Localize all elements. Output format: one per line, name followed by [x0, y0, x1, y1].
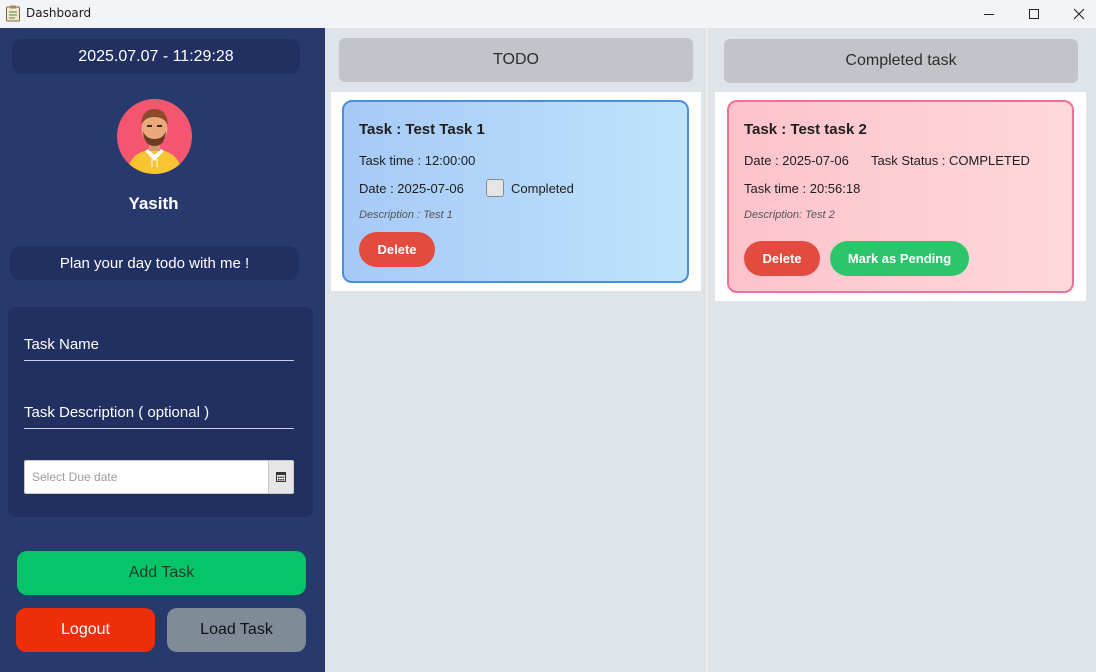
- task-title: Task : Test Task 1: [359, 121, 485, 138]
- task-title: Task : Test task 2: [744, 121, 867, 138]
- window-titlebar: Dashboard: [0, 0, 1096, 28]
- user-avatar: [117, 99, 192, 174]
- close-button[interactable]: [1056, 0, 1096, 28]
- task-form: Task Name Task Description ( optional ): [8, 307, 313, 517]
- due-date-input[interactable]: [25, 461, 268, 493]
- completed-column-header: Completed task: [724, 39, 1078, 83]
- todo-task-card: Task : Test Task 1 Task time : 12:00:00 …: [342, 100, 689, 283]
- completed-checkbox[interactable]: [486, 179, 504, 197]
- window-title: Dashboard: [26, 6, 92, 20]
- task-status: Task Status : COMPLETED: [871, 153, 1030, 168]
- maximize-button[interactable]: [1011, 0, 1057, 28]
- minimize-icon: [984, 14, 994, 15]
- load-task-button[interactable]: Load Task: [167, 608, 306, 652]
- motto-banner: Plan your day todo with me !: [10, 246, 299, 280]
- delete-button[interactable]: Delete: [359, 232, 435, 267]
- maximize-icon: [1029, 9, 1039, 19]
- completed-task-list: Task : Test task 2 Date : 2025-07-06 Tas…: [715, 92, 1086, 301]
- completed-task-card: Task : Test task 2 Date : 2025-07-06 Tas…: [727, 100, 1074, 293]
- mark-as-pending-button[interactable]: Mark as Pending: [830, 241, 969, 276]
- task-description: Description: Test 2: [744, 209, 835, 221]
- task-date: Date : 2025-07-06: [744, 153, 849, 168]
- todo-task-list: Task : Test Task 1 Task time : 12:00:00 …: [331, 92, 701, 291]
- close-icon: [1073, 8, 1085, 20]
- task-description-field[interactable]: Task Description ( optional ): [24, 395, 294, 429]
- logout-button[interactable]: Logout: [16, 608, 155, 652]
- todo-column-header: TODO: [339, 38, 693, 82]
- delete-button[interactable]: Delete: [744, 241, 820, 276]
- calendar-button[interactable]: [268, 461, 293, 493]
- add-task-button[interactable]: Add Task: [17, 551, 306, 595]
- calendar-icon: [276, 472, 286, 482]
- minimize-button[interactable]: [966, 0, 1012, 28]
- column-divider: [706, 28, 708, 672]
- due-date-picker[interactable]: [24, 460, 294, 494]
- task-name-field[interactable]: Task Name: [24, 327, 294, 361]
- datetime-display: 2025.07.07 - 11:29:28: [12, 39, 300, 74]
- sidebar: 2025.07.07 - 11:29:28 Yasith Plan your d…: [0, 28, 325, 672]
- completed-label: Completed: [511, 181, 574, 196]
- task-time: Task time : 20:56:18: [744, 181, 861, 196]
- task-time: Task time : 12:00:00: [359, 153, 476, 168]
- clipboard-icon: [6, 5, 20, 22]
- user-name: Yasith: [128, 194, 179, 213]
- task-date: Date : 2025-07-06: [359, 181, 464, 196]
- task-description: Description : Test 1: [359, 209, 453, 221]
